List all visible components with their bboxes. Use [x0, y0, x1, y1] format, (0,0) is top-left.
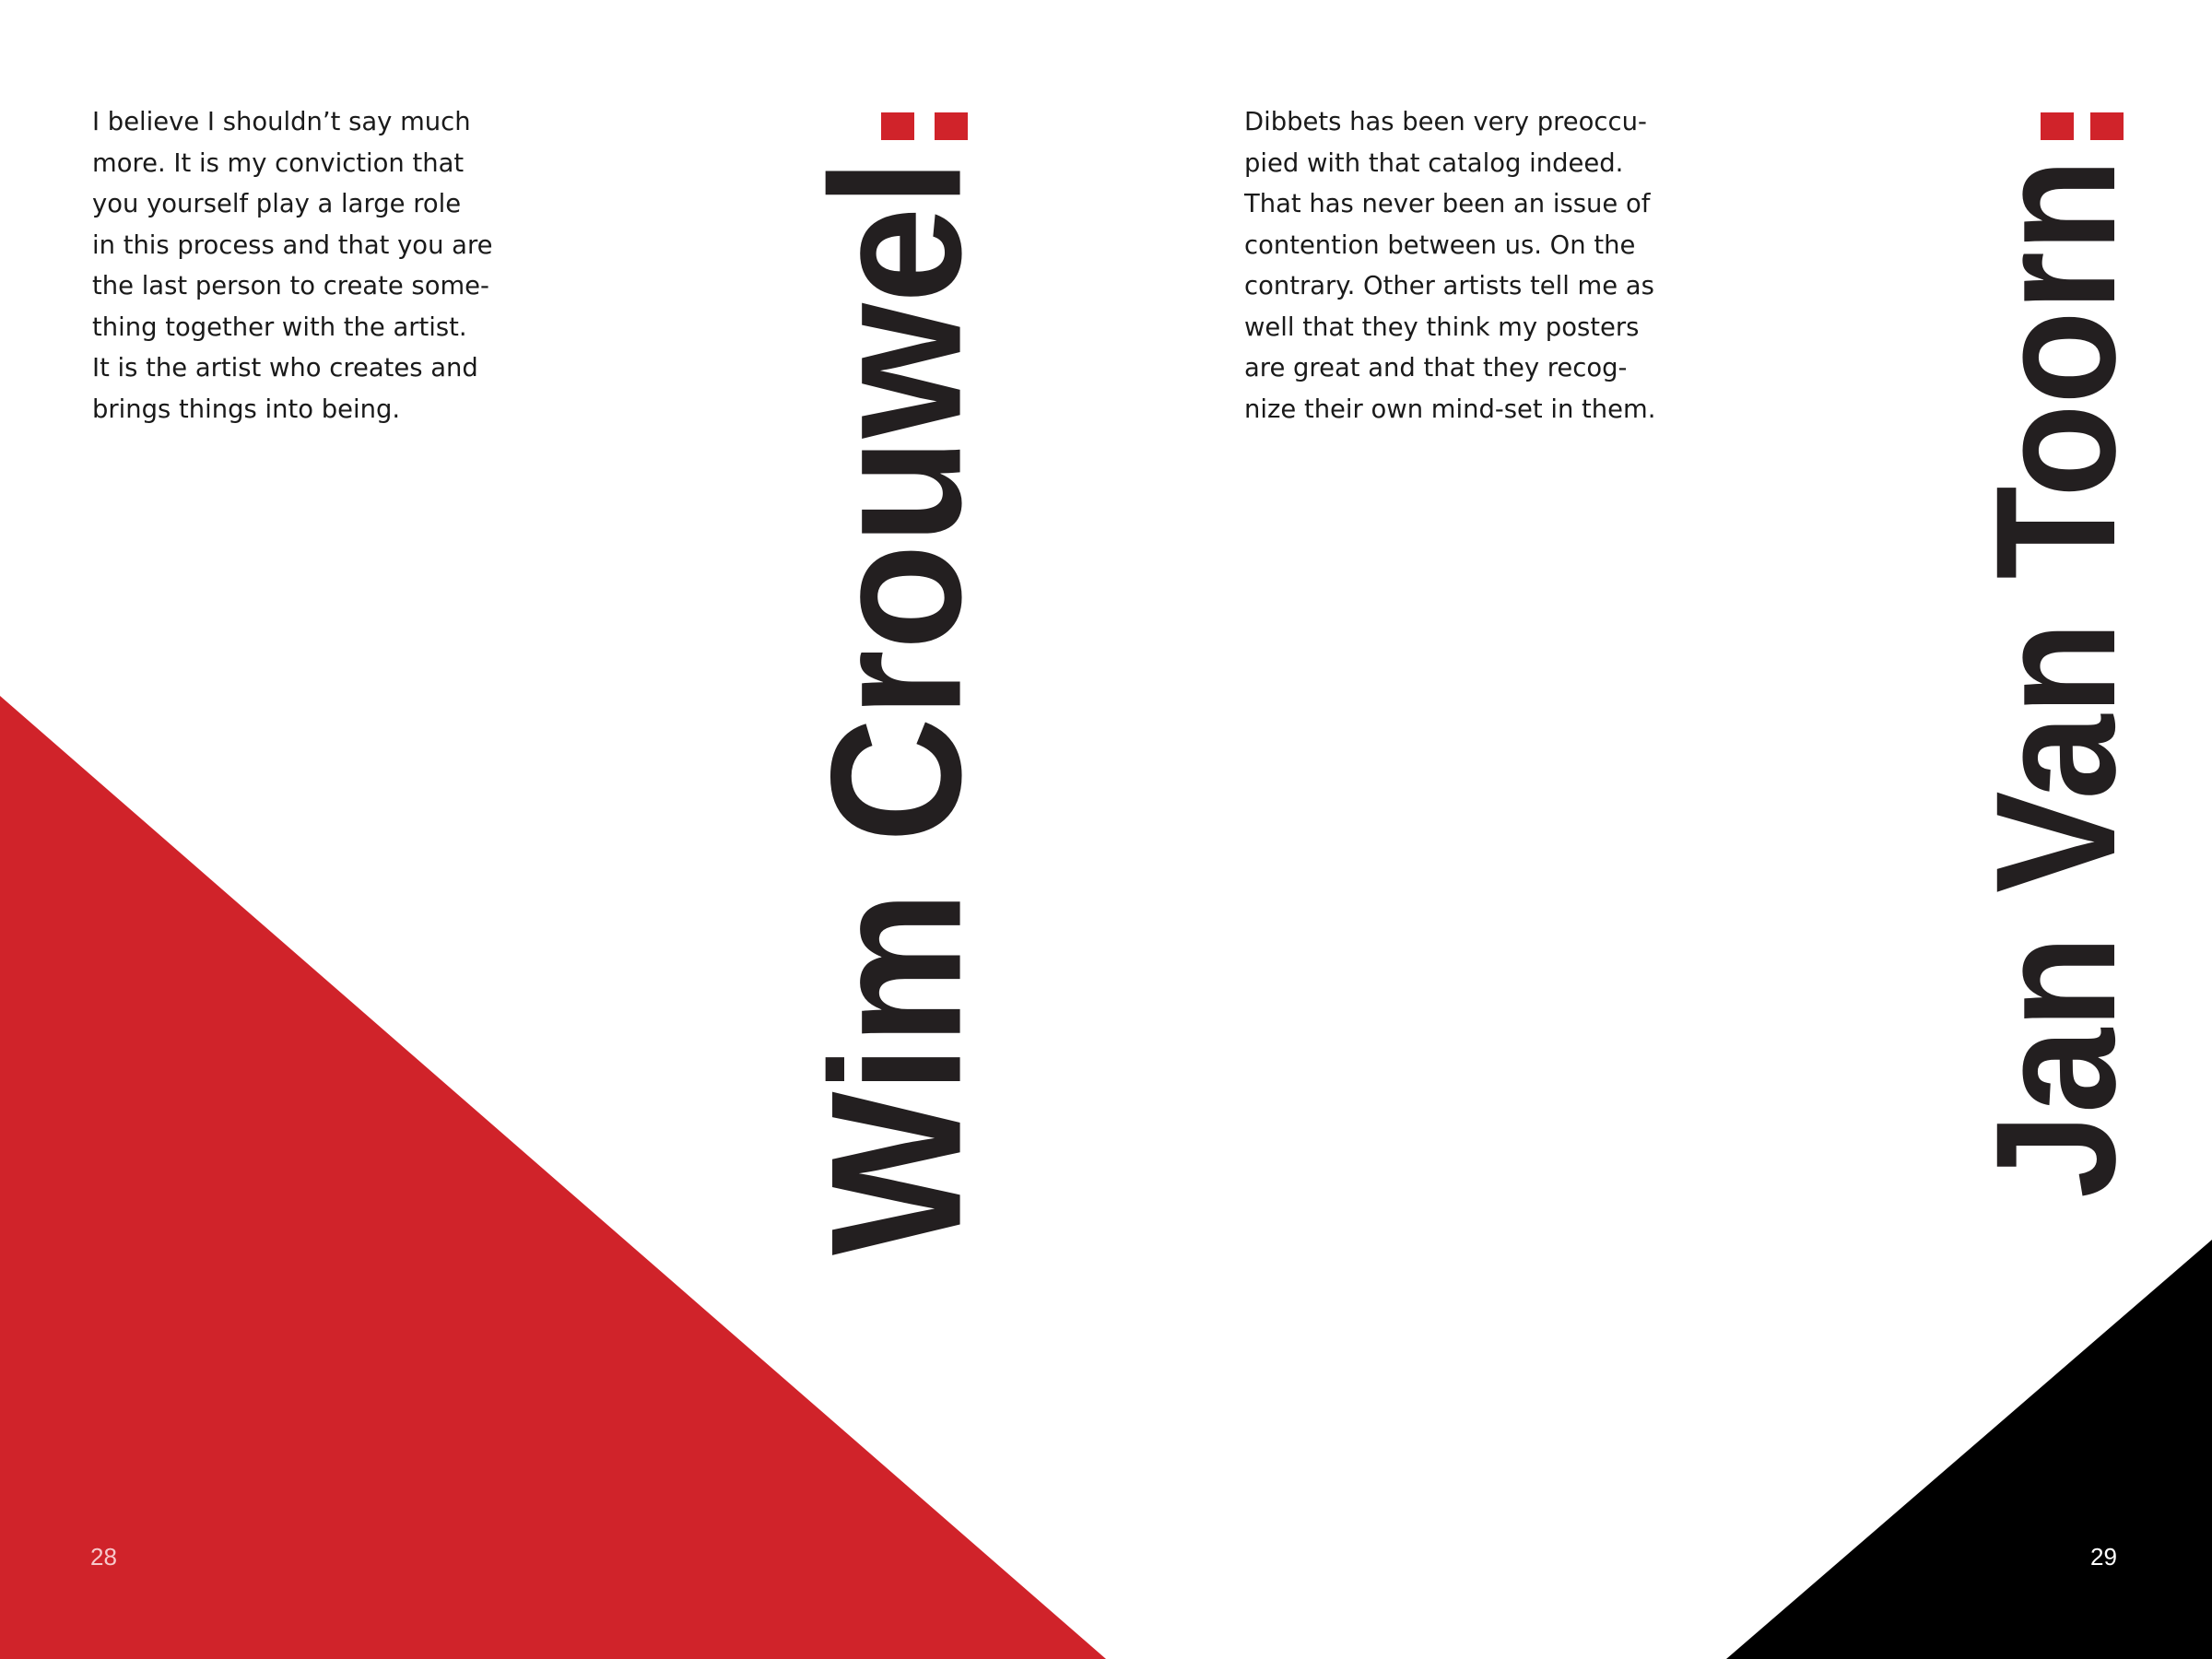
- red-colon-square: [935, 112, 968, 140]
- text-line: That has never been an issue of: [1244, 190, 1651, 218]
- text-line: I believe I shouldn’t say much: [92, 108, 471, 136]
- text-line: contrary. Other artists tell me as: [1244, 272, 1654, 300]
- book-spread: I believe I shouldn’t say much more. It …: [0, 0, 2212, 1659]
- text-line: the last person to create some-: [92, 272, 489, 300]
- text-line: well that they think my posters: [1244, 312, 1640, 342]
- text-line: brings things into being.: [92, 394, 401, 424]
- left-body-text: I believe I shouldn’t say much more. It …: [92, 102, 492, 430]
- text-line: thing together with the artist.: [92, 312, 467, 342]
- text-line: nize their own mind-set in them.: [1244, 394, 1656, 424]
- black-triangle: [1726, 1240, 2212, 1659]
- page-number-left: 28: [90, 1543, 117, 1571]
- red-colon-square: [881, 112, 914, 140]
- right-body-text: Dibbets has been very preoccu- pied with…: [1244, 102, 1655, 430]
- red-colon-square: [2041, 112, 2074, 140]
- page-number-right: 29: [2090, 1543, 2117, 1571]
- speaker-name-wim-crouwel: Wim Crouwel: [792, 159, 1000, 1255]
- text-line: in this process and that you are: [92, 230, 493, 260]
- text-line: Dibbets has been very preoccu-: [1244, 108, 1647, 136]
- text-line: you yourself play a large role: [92, 190, 462, 218]
- text-line: pied with that catalog indeed.: [1244, 148, 1624, 178]
- red-colon-square: [2090, 112, 2124, 140]
- speaker-name-jan-van-toorn: Jan Van Toorn: [1960, 158, 2152, 1198]
- text-line: are great and that they recog-: [1244, 354, 1628, 382]
- text-line: It is the artist who creates and: [92, 354, 478, 382]
- text-line: more. It is my conviction that: [92, 148, 465, 178]
- text-line: contention between us. On the: [1244, 230, 1636, 260]
